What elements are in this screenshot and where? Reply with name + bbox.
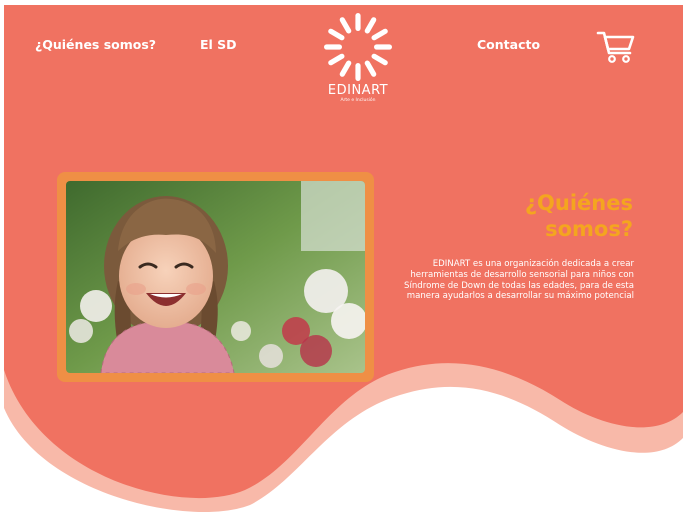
logo-name: EDINART bbox=[327, 83, 389, 98]
sun-logo-icon bbox=[324, 13, 392, 81]
section-title: ¿Quiénes somos? bbox=[433, 190, 633, 242]
logo[interactable]: EDINART Arte e Inclusión bbox=[318, 10, 398, 103]
nav-el-sd[interactable]: El SD bbox=[200, 37, 237, 52]
logo-tagline: Arte e Inclusión bbox=[340, 98, 376, 103]
nav-contacto[interactable]: Contacto bbox=[477, 37, 540, 52]
section-title-line2: somos? bbox=[545, 217, 633, 241]
smiling-child-photo bbox=[66, 181, 365, 373]
section-description: EDINART es una organización dedicada a c… bbox=[403, 259, 634, 302]
section-title-line1: ¿Quiénes bbox=[524, 191, 633, 215]
shopping-cart-icon[interactable] bbox=[596, 30, 636, 64]
photo-frame bbox=[57, 172, 374, 382]
nav-quienes-somos[interactable]: ¿Quiénes somos? bbox=[35, 37, 156, 52]
